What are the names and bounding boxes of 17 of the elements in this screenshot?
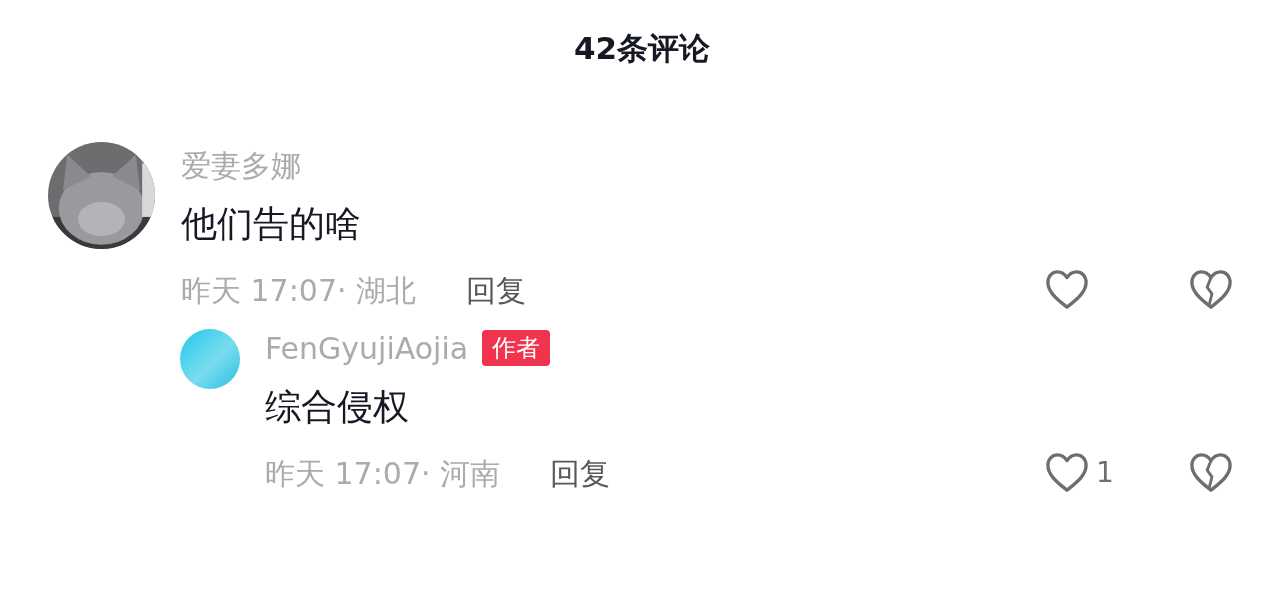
author-badge: 作者 <box>482 330 551 366</box>
broken-heart-icon <box>1188 452 1234 494</box>
dislike-button[interactable] <box>1188 268 1234 312</box>
broken-heart-icon <box>1188 269 1234 311</box>
comment-meta: 昨天 17:07· 湖北 <box>181 271 417 310</box>
reply-button[interactable]: 回复 <box>466 267 527 313</box>
like-button[interactable] <box>1044 268 1090 312</box>
reply-button[interactable]: 回复 <box>550 450 611 496</box>
comment-text: 综合侵权 <box>265 385 410 429</box>
like-button[interactable] <box>1044 451 1090 495</box>
comment-meta: 昨天 17:07· 河南 <box>265 454 501 493</box>
heart-icon <box>1044 269 1090 311</box>
comment-text: 他们告的啥 <box>181 202 362 246</box>
dislike-button[interactable] <box>1188 451 1234 495</box>
like-count: 1 <box>1096 455 1114 491</box>
comments-title: 42条评论 <box>573 28 711 68</box>
heart-icon <box>1044 452 1090 494</box>
